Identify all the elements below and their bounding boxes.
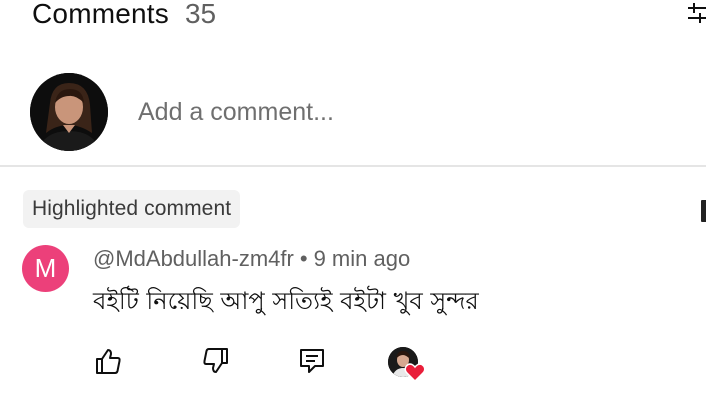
thumbs-down-icon	[201, 346, 231, 381]
comment-text: বইটি নিয়েছি আপু সত্যিই বইটা খুব সুন্দর	[93, 287, 479, 315]
like-button[interactable]	[90, 345, 126, 381]
divider	[0, 165, 706, 167]
add-comment-input[interactable]	[138, 97, 558, 127]
commenter-avatar[interactable]: M	[22, 245, 69, 292]
dislike-button[interactable]	[198, 345, 234, 381]
overflow-menu-edge[interactable]	[701, 200, 706, 222]
user-avatar	[30, 73, 108, 151]
sort-icon[interactable]	[688, 2, 706, 24]
comments-title: Comments	[32, 0, 169, 29]
meta-separator: •	[299, 246, 308, 271]
reply-icon	[297, 346, 327, 381]
highlighted-comment-label: Highlighted comment	[32, 197, 232, 220]
thumbs-up-icon	[93, 346, 123, 381]
reply-button[interactable]	[294, 345, 330, 381]
comments-header: Comments 35	[32, 0, 216, 36]
comments-panel: Comments 35 Highlighted comment	[0, 0, 706, 418]
comments-count: 35	[184, 0, 217, 29]
comment-time: 9 min ago	[313, 246, 411, 271]
comment-author[interactable]: @MdAbdullah-zm4fr	[93, 246, 294, 271]
creator-heart-icon	[404, 361, 426, 383]
highlighted-comment-badge: Highlighted comment	[23, 190, 241, 228]
creator-heart	[388, 347, 428, 383]
comment-actions	[90, 345, 450, 385]
commenter-avatar-letter: M	[34, 253, 57, 283]
comment-meta: @MdAbdullah-zm4fr • 9 min ago	[93, 246, 410, 272]
add-comment-row	[30, 72, 706, 152]
